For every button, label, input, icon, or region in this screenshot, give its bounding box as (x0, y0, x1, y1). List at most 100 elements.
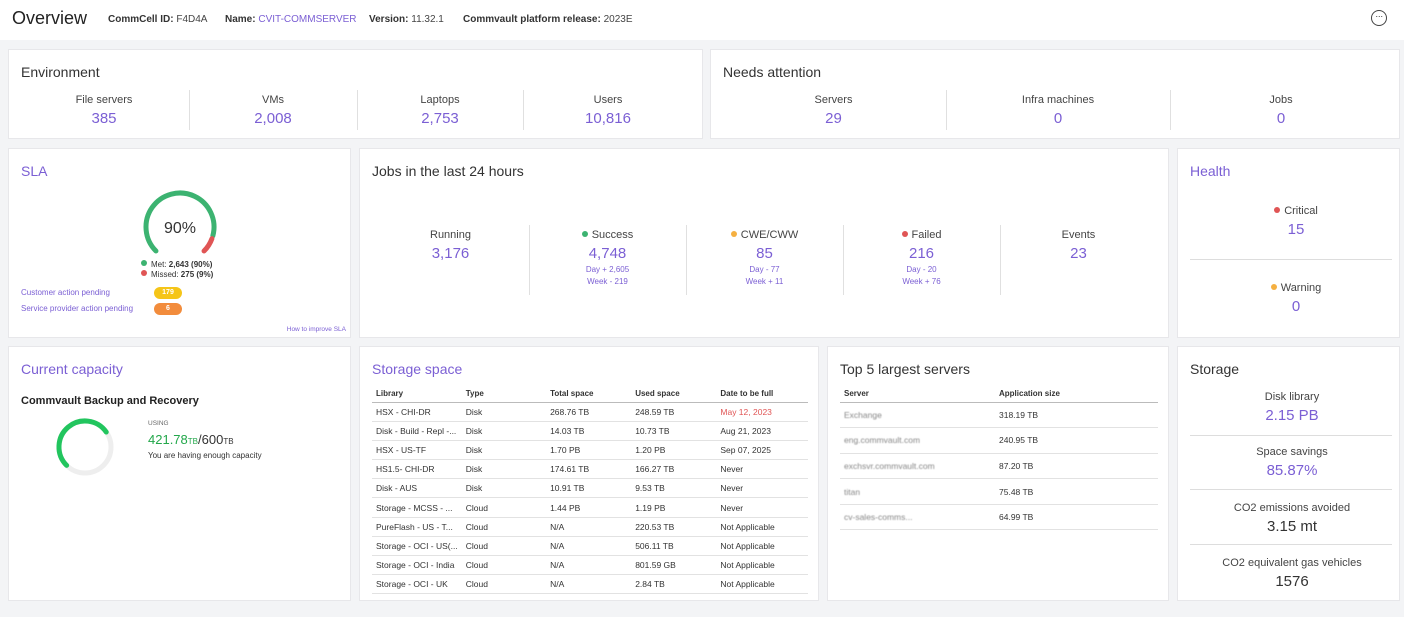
table-header[interactable]: Date to be full (716, 385, 808, 403)
critical-dot-icon (1274, 207, 1281, 213)
jobs-col-0[interactable]: Running 3,176 (372, 229, 529, 262)
table-cell: 14.03 TB (546, 421, 632, 441)
capacity-title[interactable]: Current capacity (21, 361, 123, 377)
table-row[interactable]: Exchange 318.19 TB (840, 402, 1158, 429)
environment-title: Environment (21, 64, 100, 80)
table-row[interactable]: eng.commvault.com 240.95 TB (840, 427, 1158, 454)
table-row[interactable]: Storage - OCI - India Cloud N/A 801.59 GB No… (372, 555, 808, 576)
table-cell: Storage - OCI - India (372, 555, 462, 576)
table-cell: Disk (461, 478, 547, 499)
table-row[interactable]: Disk - AUS Disk 10.91 TB 9.53 TB Never (372, 478, 808, 499)
sla-title[interactable]: SLA (21, 163, 47, 179)
provider-pending-link[interactable]: Service provider action pending (21, 304, 133, 313)
table-header[interactable]: Used space (631, 385, 717, 403)
env-stat-value[interactable]: 2,008 (189, 110, 357, 127)
missed-dot-icon (141, 270, 147, 276)
table-row[interactable]: exchsvr.commvault.com 87.20 TB (840, 453, 1158, 480)
storage-stat-value: 3.15 mt (1266, 518, 1318, 535)
env-stat-value[interactable]: 385 (19, 110, 189, 127)
attention-stat-value[interactable]: 0 (946, 110, 1170, 127)
jobs-col-value[interactable]: 3,176 (372, 245, 529, 262)
table-row[interactable]: PureFlash - US - T... Cloud N/A 220.53 TB No… (372, 517, 808, 537)
health-warning[interactable]: Warning 0 (1188, 282, 1404, 315)
jobs-col-label-text: Failed (911, 229, 942, 241)
storage-space-savings[interactable]: Space savings 85.87% (1186, 446, 1398, 479)
jobs-col-3[interactable]: Failed 216 Day - 20 Week + 76 (843, 229, 1000, 288)
storage-stat-value[interactable]: 85.87% (1186, 462, 1398, 479)
divider (1190, 259, 1392, 260)
ellipsis-circle-icon[interactable]: ··· (1371, 10, 1387, 26)
table-row[interactable]: Storage - MCSS - ... Cloud 1.44 PB 1.19 PB N… (372, 497, 808, 518)
attention-jobs[interactable]: Jobs 0 (1170, 94, 1392, 127)
release-label: Commvault platform release: (463, 14, 601, 25)
critical-value[interactable]: 15 (1188, 221, 1404, 238)
missed-label: Missed: (151, 270, 179, 279)
table-row[interactable]: Storage - OCI - UK Cloud N/A 2.84 TB Not App… (372, 574, 808, 595)
jobs-col-value[interactable]: 85 (686, 245, 843, 262)
jobs-col-value[interactable]: 216 (843, 245, 1000, 262)
table-header[interactable]: Application size (995, 385, 1158, 403)
attention-stat-value[interactable]: 29 (721, 110, 946, 127)
table-cell: Disk (461, 402, 547, 422)
storage-space-title[interactable]: Storage space (372, 361, 462, 377)
table-cell: HSX - CHI-DR (372, 402, 462, 422)
jobs-col-week: Week - 219 (587, 277, 628, 286)
jobs-col-value[interactable]: 23 (1000, 245, 1157, 262)
storage-disk-library[interactable]: Disk library 2.15 PB (1186, 391, 1398, 424)
table-cell: 1.20 PB (631, 440, 717, 461)
table-row[interactable]: Disk - Build - Repl -... Disk 14.03 TB 10.7… (372, 421, 808, 441)
jobs-col-1[interactable]: Success 4,748 Day + 2,605 Week - 219 (529, 229, 686, 288)
version-label: Version: (369, 14, 409, 25)
environment-card: Environment File servers 385 VMs 2,008 L… (8, 49, 703, 139)
env-file-servers[interactable]: File servers 385 (19, 94, 189, 127)
table-cell: 801.59 GB (631, 555, 717, 576)
env-laptops[interactable]: Laptops 2,753 (357, 94, 523, 127)
table-row[interactable]: HS1.5- CHI-DR Disk 174.61 TB 166.27 TB Never (372, 459, 808, 480)
jobs-col-value[interactable]: 4,748 (529, 245, 686, 262)
jobs-col-2[interactable]: CWE/CWW 85 Day - 77 Week + 11 (686, 229, 843, 288)
improve-sla-link[interactable]: How to improve SLA (287, 326, 346, 333)
table-row[interactable]: Storage - OCI - US(... Cloud N/A 506.11 TB N… (372, 536, 808, 557)
table-row[interactable]: HSX - US-TF Disk 1.70 PB 1.20 PB Sep 07, 202… (372, 440, 808, 461)
customer-pending-link[interactable]: Customer action pending (21, 288, 110, 297)
used-unit: TB (187, 437, 198, 446)
table-cell[interactable]: Exchange (840, 402, 995, 429)
table-cell[interactable]: cv-sales-comms... (840, 504, 995, 531)
table-cell[interactable]: eng.commvault.com (840, 427, 995, 454)
env-stat-value[interactable]: 10,816 (523, 110, 693, 127)
provider-pending-badge[interactable]: 6 (154, 303, 182, 315)
health-critical[interactable]: Critical 15 (1188, 205, 1404, 238)
jobs-col-4[interactable]: Events 23 (1000, 229, 1157, 262)
table-row[interactable]: HSX - CHI-DR Disk 268.76 TB 248.59 TB May 12… (372, 402, 808, 422)
customer-pending-badge[interactable]: 179 (154, 287, 182, 299)
name-value[interactable]: CVIT-COMMSERVER (258, 14, 356, 25)
table-header[interactable]: Library (372, 385, 462, 403)
table-header[interactable]: Type (461, 385, 547, 403)
table-cell: Sep 07, 2025 (716, 440, 808, 461)
jobs-col-label-text: CWE/CWW (740, 229, 799, 241)
table-header[interactable]: Server (840, 385, 995, 403)
warning-value[interactable]: 0 (1188, 298, 1404, 315)
storage-stat-label: CO2 equivalent gas vehicles (1222, 557, 1362, 569)
table-cell[interactable]: titan (840, 478, 995, 505)
table-cell: 166.27 TB (631, 459, 717, 480)
table-header[interactable]: Total space (546, 385, 632, 403)
table-cell: Not Applicable (716, 517, 808, 537)
table-cell: 506.11 TB (631, 536, 717, 557)
health-title[interactable]: Health (1190, 163, 1230, 179)
env-stat-value[interactable]: 2,753 (357, 110, 523, 127)
table-cell: Storage - OCI - US(... (372, 536, 462, 557)
attention-stat-value[interactable]: 0 (1170, 110, 1392, 127)
table-cell: 2.84 TB (631, 574, 717, 595)
env-users[interactable]: Users 10,816 (523, 94, 693, 127)
attention-servers[interactable]: Servers 29 (721, 94, 946, 127)
storage-stat-value[interactable]: 2.15 PB (1186, 407, 1398, 424)
table-row[interactable]: titan 75.48 TB (840, 478, 1158, 505)
status-dot-icon (581, 231, 588, 237)
env-vms[interactable]: VMs 2,008 (189, 94, 357, 127)
table-row[interactable]: cv-sales-comms... 64.99 TB (840, 504, 1158, 531)
attention-infra[interactable]: Infra machines 0 (946, 94, 1170, 127)
met-dot-icon (141, 260, 147, 266)
table-cell[interactable]: exchsvr.commvault.com (840, 453, 995, 480)
table-cell: Cloud (461, 517, 547, 537)
